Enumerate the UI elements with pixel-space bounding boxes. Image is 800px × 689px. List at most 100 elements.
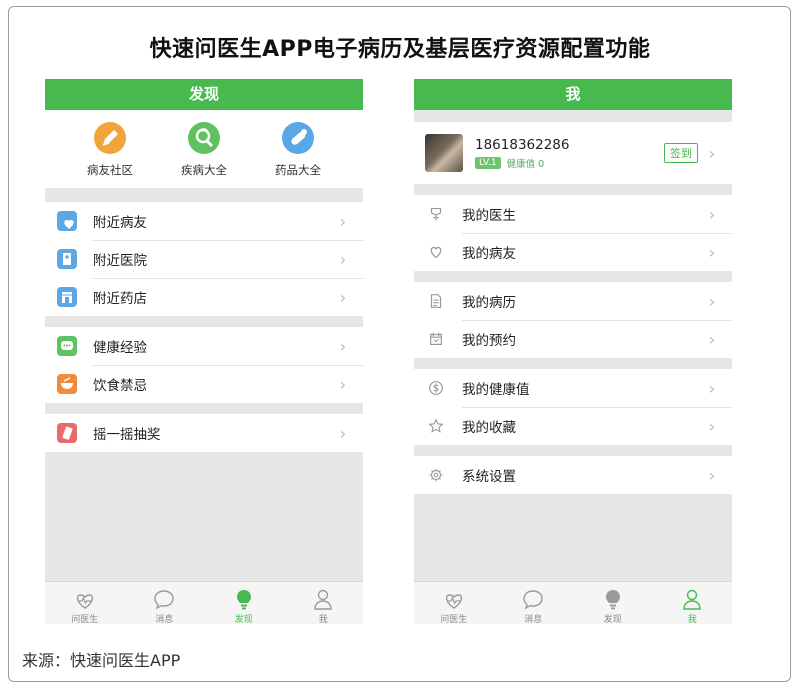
health-value: 健康值 0	[506, 158, 545, 170]
section-gap	[45, 403, 363, 414]
phone-shake-icon	[57, 423, 77, 443]
menu-item[interactable]: 饮食禁忌 ›	[45, 365, 363, 403]
lightbulb-icon	[204, 587, 284, 611]
menu-item-label: 摇一摇抽奖	[93, 427, 161, 443]
tab-ask-doctor[interactable]: 问医生	[45, 582, 125, 624]
menu-item-label: 我的健康值	[462, 382, 530, 398]
quick-entry-label: 疾病大全	[181, 163, 227, 177]
speech-bubble-icon	[494, 587, 574, 611]
bottom-tab-bar: 问医生 消息 发现 我	[414, 581, 732, 624]
discover-screen: 发现 病友社区 疾病大全 药品大全 附近病友 › 附近医院 › 附近药店 › 健康经验 › 饮食…	[45, 79, 363, 624]
chevron-right-icon: ›	[708, 378, 716, 398]
menu-item[interactable]: 我的健康值 ›	[414, 369, 732, 407]
tab-label: 发现	[234, 615, 253, 624]
chevron-right-icon: ›	[708, 204, 716, 224]
speech-bubble-icon	[125, 587, 205, 611]
gear-icon	[426, 465, 446, 485]
heart-pulse-icon	[414, 587, 494, 611]
calendar-icon	[426, 329, 446, 349]
chevron-right-icon: ›	[339, 287, 347, 307]
chevron-right-icon: ›	[708, 329, 716, 349]
avatar	[425, 134, 463, 172]
menu-item[interactable]: 我的病友 ›	[414, 233, 732, 271]
quick-entry-community[interactable]: 病友社区	[75, 122, 145, 188]
checkin-button[interactable]: 签到	[664, 143, 698, 163]
chevron-right-icon: ›	[708, 465, 716, 485]
level-badge: LV.1	[475, 156, 501, 169]
menu-item-label: 健康经验	[93, 340, 147, 356]
menu-item[interactable]: 我的病历 ›	[414, 282, 732, 320]
menu-item[interactable]: 我的预约 ›	[414, 320, 732, 358]
menu-group: 我的健康值 › 我的收藏 ›	[414, 369, 732, 445]
tab-label: 问医生	[71, 615, 99, 624]
discover-navbar-title: 发现	[45, 79, 363, 110]
tab-me[interactable]: 我	[653, 582, 733, 624]
source-note: 来源：快速问医生APP	[22, 651, 181, 670]
figure-title: 快速问医生APP电子病历及基层医疗资源配置功能	[149, 37, 651, 62]
menu-item[interactable]: 我的医生 ›	[414, 195, 732, 233]
chevron-right-icon: ›	[708, 242, 716, 262]
chevron-right-icon: ›	[708, 291, 716, 311]
pencil-icon	[94, 122, 126, 154]
person-icon	[653, 587, 733, 611]
magnifier-icon	[188, 122, 220, 154]
pill-icon	[282, 122, 314, 154]
menu-group: 健康经验 › 饮食禁忌 ›	[45, 327, 363, 403]
profile-info: 18618362286 LV.1 健康值 0	[475, 137, 664, 170]
quick-entry-label: 药品大全	[275, 163, 321, 177]
section-gap	[414, 271, 732, 282]
menu-item-label: 附近药店	[93, 291, 147, 307]
menu-item-label: 附近病友	[93, 215, 147, 231]
lightbulb-icon	[573, 587, 653, 611]
menu-item[interactable]: 附近病友 ›	[45, 202, 363, 240]
tab-label: 我	[687, 615, 697, 624]
tab-ask-doctor[interactable]: 问医生	[414, 582, 494, 624]
discover-menu: 附近病友 › 附近医院 › 附近药店 › 健康经验 › 饮食禁忌 › 摇一摇抽奖 ›	[45, 188, 363, 452]
hospital-icon	[57, 249, 77, 269]
menu-group: 我的医生 › 我的病友 ›	[414, 195, 732, 271]
menu-item-label: 我的预约	[462, 333, 516, 349]
menu-item[interactable]: 我的收藏 ›	[414, 407, 732, 445]
tab-messages[interactable]: 消息	[125, 582, 205, 624]
document-icon	[426, 291, 446, 311]
chevron-right-icon: ›	[339, 423, 347, 443]
menu-item[interactable]: 系统设置 ›	[414, 456, 732, 494]
quick-entry-drugs[interactable]: 药品大全	[263, 122, 333, 188]
chevron-right-icon: ›	[339, 249, 347, 269]
menu-item-label: 我的病友	[462, 246, 516, 262]
tab-label: 消息	[155, 615, 174, 624]
star-icon	[426, 416, 446, 436]
menu-item-label: 我的医生	[462, 208, 516, 224]
store-icon	[57, 287, 77, 307]
tab-label: 问医生	[440, 615, 468, 624]
quick-entry-bar: 病友社区 疾病大全 药品大全	[45, 110, 363, 188]
tab-label: 发现	[603, 615, 622, 624]
menu-item[interactable]: 附近药店 ›	[45, 278, 363, 316]
tab-messages[interactable]: 消息	[494, 582, 574, 624]
tab-discover[interactable]: 发现	[204, 582, 284, 624]
chevron-right-icon: ›	[339, 336, 347, 356]
section-gap	[45, 188, 363, 202]
menu-item[interactable]: 摇一摇抽奖 ›	[45, 414, 363, 452]
menu-item-label: 附近医院	[93, 253, 147, 269]
menu-group: 系统设置 ›	[414, 456, 732, 494]
quick-entry-diseases[interactable]: 疾病大全	[169, 122, 239, 188]
chat-icon	[57, 336, 77, 356]
tab-me[interactable]: 我	[284, 582, 364, 624]
profile-card[interactable]: 18618362286 LV.1 健康值 0 签到 ›	[414, 122, 732, 184]
menu-item[interactable]: 附近医院 ›	[45, 240, 363, 278]
tab-label: 消息	[524, 615, 543, 624]
section-gap	[414, 358, 732, 369]
me-menu: 我的医生 › 我的病友 › 我的病历 › 我的预约 › 我的健康值 › 我的收藏 › 系统设置 ›	[414, 184, 732, 494]
tab-discover[interactable]: 发现	[573, 582, 653, 624]
chevron-right-icon: ›	[708, 143, 716, 163]
profile-stats: LV.1 健康值 0	[475, 156, 664, 170]
menu-group: 摇一摇抽奖 ›	[45, 414, 363, 452]
profile-phone-number: 18618362286	[475, 136, 570, 153]
menu-item[interactable]: 健康经验 ›	[45, 327, 363, 365]
dollar-icon	[426, 378, 446, 398]
menu-item-label: 系统设置	[462, 469, 516, 485]
me-navbar-title: 我	[414, 79, 732, 110]
menu-item-label: 我的病历	[462, 295, 516, 311]
menu-group: 我的病历 › 我的预约 ›	[414, 282, 732, 358]
